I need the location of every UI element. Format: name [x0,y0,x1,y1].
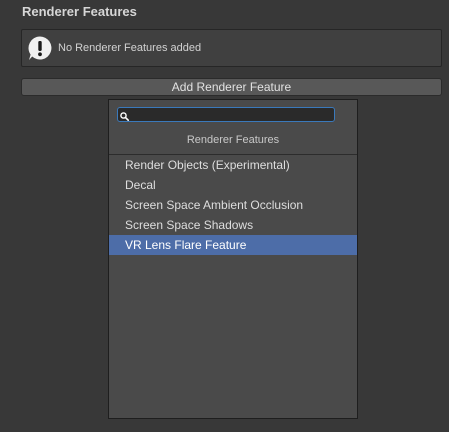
feature-item-render-objects[interactable]: Render Objects (Experimental) [109,155,357,175]
feature-item-ssao[interactable]: Screen Space Ambient Occlusion [109,195,357,215]
renderer-feature-dropdown: Renderer Features Render Objects (Experi… [108,99,358,419]
warning-exclamation-icon [27,35,53,61]
search-icon [119,109,130,121]
info-helpbox: No Renderer Features added [21,29,442,67]
section-title: Renderer Features [22,4,137,19]
search-field[interactable] [117,107,335,122]
search-input[interactable] [134,108,330,121]
helpbox-message: No Renderer Features added [58,42,202,54]
add-renderer-feature-button[interactable]: Add Renderer Feature [21,78,442,96]
feature-list: Render Objects (Experimental) Decal Scre… [109,155,357,255]
popup-header: Renderer Features [109,127,357,155]
feature-item-vr-lens-flare[interactable]: VR Lens Flare Feature [109,235,357,255]
feature-item-screen-space-shadows[interactable]: Screen Space Shadows [109,215,357,235]
feature-item-decal[interactable]: Decal [109,175,357,195]
inspector-panel: Renderer Features No Renderer Features a… [0,0,449,432]
